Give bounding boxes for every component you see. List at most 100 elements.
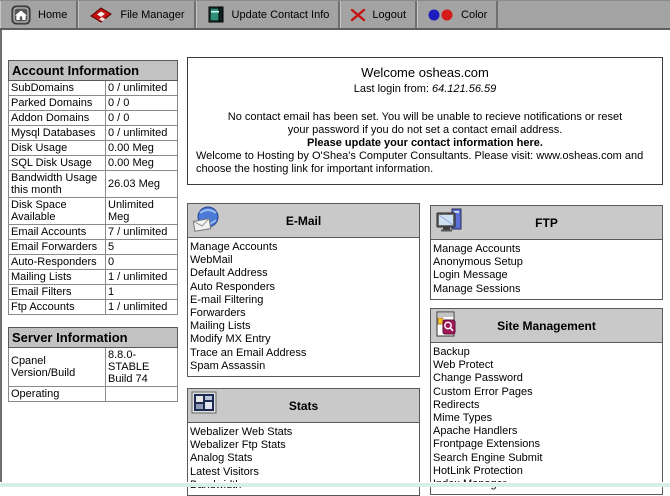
account-info-value: 7 / unlimited [106, 225, 178, 240]
toolbar: Home File Manager Update Contact Info [0, 0, 670, 30]
account-info-value: 0 / 0 [106, 111, 178, 126]
panel-link[interactable]: Trace an Email Address [188, 347, 419, 360]
panel-link[interactable]: Redirects [431, 399, 662, 412]
panel-link[interactable]: E-mail Filtering [188, 294, 419, 307]
panel-link[interactable]: Frontpage Extensions [431, 438, 662, 451]
file-manager-icon [88, 5, 114, 25]
account-info-row: Disk Usage 0.00 Meg [9, 141, 178, 156]
panel-link[interactable]: Webalizer Web Stats [188, 426, 419, 439]
toolbar-button-update-contact-info[interactable]: Update Contact Info [196, 1, 341, 28]
panel-link[interactable]: Apache Handlers [431, 425, 662, 438]
panel-email-header: E-Mail [188, 204, 419, 238]
panel-email-title: E-Mail [188, 214, 419, 228]
account-info-value: 1 / unlimited [106, 270, 178, 285]
server-info-value: 8.8.0-STABLE Build 74 [106, 348, 178, 387]
account-info-row: Parked Domains 0 / 0 [9, 96, 178, 111]
account-info-row: Auto-Responders 0 [9, 255, 178, 270]
account-info-row: Email Accounts 7 / unlimited [9, 225, 178, 240]
account-info-row: SubDomains 0 / unlimited [9, 81, 178, 96]
account-info-value: 5 [106, 240, 178, 255]
account-info-label: Parked Domains [9, 96, 106, 111]
account-info-row: Addon Domains 0 / 0 [9, 111, 178, 126]
account-info-value: 0 / unlimited [106, 126, 178, 141]
account-info-value: Unlimited Meg [106, 198, 178, 225]
panel-link[interactable]: Manage Accounts [188, 241, 419, 254]
toolbar-button-logout[interactable]: Logout [340, 1, 417, 28]
window-left-edge [0, 30, 2, 487]
account-info-row: Disk Space Available Unlimited Meg [9, 198, 178, 225]
panel-link[interactable]: Forwarders [188, 307, 419, 320]
panel-email-links: Manage Accounts WebMail Default Address … [188, 238, 419, 376]
toolbar-button-home[interactable]: Home [0, 1, 78, 28]
panel-link[interactable]: Spam Assassin [188, 360, 419, 373]
home-icon [10, 5, 32, 25]
account-info-label: Disk Space Available [9, 198, 106, 225]
panel-site-management-title: Site Management [431, 319, 662, 333]
update-contact-notice[interactable]: Please update your contact information h… [196, 137, 654, 149]
account-info-label: SQL Disk Usage [9, 156, 106, 171]
toolbar-button-label: Home [38, 9, 67, 21]
color-icon [427, 8, 455, 22]
panel-link[interactable]: Web Protect [431, 359, 662, 372]
panel-link[interactable]: Webalizer Ftp Stats [188, 439, 419, 452]
panel-link[interactable]: HotLink Protection [431, 465, 662, 478]
contact-email-warning: No contact email has been set. You will … [225, 111, 625, 136]
panel-link[interactable]: Modify MX Entry [188, 333, 419, 346]
panel-site-management-header: Site Management [431, 309, 662, 343]
account-info-label: Bandwidth Usage this month [9, 171, 106, 198]
hosting-message: Welcome to Hosting by O'Shea's Computer … [196, 150, 654, 175]
panel-link[interactable]: Default Address [188, 267, 419, 280]
account-info-label: Email Filters [9, 285, 106, 300]
panel-link[interactable]: Auto Responders [188, 281, 419, 294]
last-login: Last login from: 64.121.56.59 [196, 83, 654, 95]
account-info-label: Addon Domains [9, 111, 106, 126]
account-information-title: Account Information [9, 61, 178, 81]
account-info-row: Ftp Accounts 1 / unlimited [9, 300, 178, 315]
toolbar-button-label: Logout [372, 9, 406, 21]
server-info-label: Operating [9, 387, 106, 402]
panel-link[interactable]: Change Password [431, 372, 662, 385]
panel-link[interactable]: Search Engine Submit [431, 452, 662, 465]
panel-ftp-header: FTP [431, 206, 662, 240]
toolbar-button-label: Color [461, 9, 487, 21]
account-info-label: Mysql Databases [9, 126, 106, 141]
account-info-label: Auto-Responders [9, 255, 106, 270]
account-info-label: Disk Usage [9, 141, 106, 156]
account-info-value: 0 [106, 255, 178, 270]
panel-link[interactable]: Latest Visitors [188, 466, 419, 479]
server-info-label: Cpanel Version/Build [9, 348, 106, 387]
server-info-row: Cpanel Version/Build 8.8.0-STABLE Build … [9, 348, 178, 387]
account-info-value: 1 / unlimited [106, 300, 178, 315]
account-info-label: Email Accounts [9, 225, 106, 240]
welcome-box: Welcome osheas.com Last login from: 64.1… [187, 57, 663, 185]
account-info-label: Ftp Accounts [9, 300, 106, 315]
server-information-title: Server Information [9, 328, 178, 348]
panel-stats: Stats Webalizer Web Stats Webalizer Ftp … [187, 388, 420, 496]
panel-ftp: FTP Manage Accounts Anonymous Setup Logi… [430, 205, 663, 300]
panel-link[interactable]: Login Message [431, 269, 662, 282]
panel-link[interactable]: Analog Stats [188, 452, 419, 465]
toolbar-button-file-manager[interactable]: File Manager [78, 1, 195, 28]
account-info-row: Mysql Databases 0 / unlimited [9, 126, 178, 141]
panel-link[interactable]: Custom Error Pages [431, 386, 662, 399]
panel-link[interactable]: Mailing Lists [188, 320, 419, 333]
server-info-row: Operating [9, 387, 178, 402]
panel-link[interactable]: Manage Accounts [431, 243, 662, 256]
account-info-label: Email Forwarders [9, 240, 106, 255]
account-info-value: 26.03 Meg [106, 171, 178, 198]
panel-link[interactable]: Manage Sessions [431, 283, 662, 296]
panel-stats-header: Stats [188, 389, 419, 423]
panel-link[interactable]: Mime Types [431, 412, 662, 425]
toolbar-button-color[interactable]: Color [417, 1, 498, 28]
panel-site-management-links: Backup Web Protect Change Password Custo… [431, 343, 662, 494]
last-login-ip: 64.121.56.59 [432, 83, 496, 95]
account-info-row: Email Forwarders 5 [9, 240, 178, 255]
account-info-row: Email Filters 1 [9, 285, 178, 300]
panel-link[interactable]: Anonymous Setup [431, 256, 662, 269]
panel-link[interactable]: WebMail [188, 254, 419, 267]
panel-link[interactable]: Backup [431, 346, 662, 359]
account-info-value: 0.00 Meg [106, 141, 178, 156]
update-contact-icon [206, 5, 226, 25]
account-information-table: Account Information SubDomains 0 / unlim… [8, 60, 178, 315]
account-info-value: 0 / unlimited [106, 81, 178, 96]
